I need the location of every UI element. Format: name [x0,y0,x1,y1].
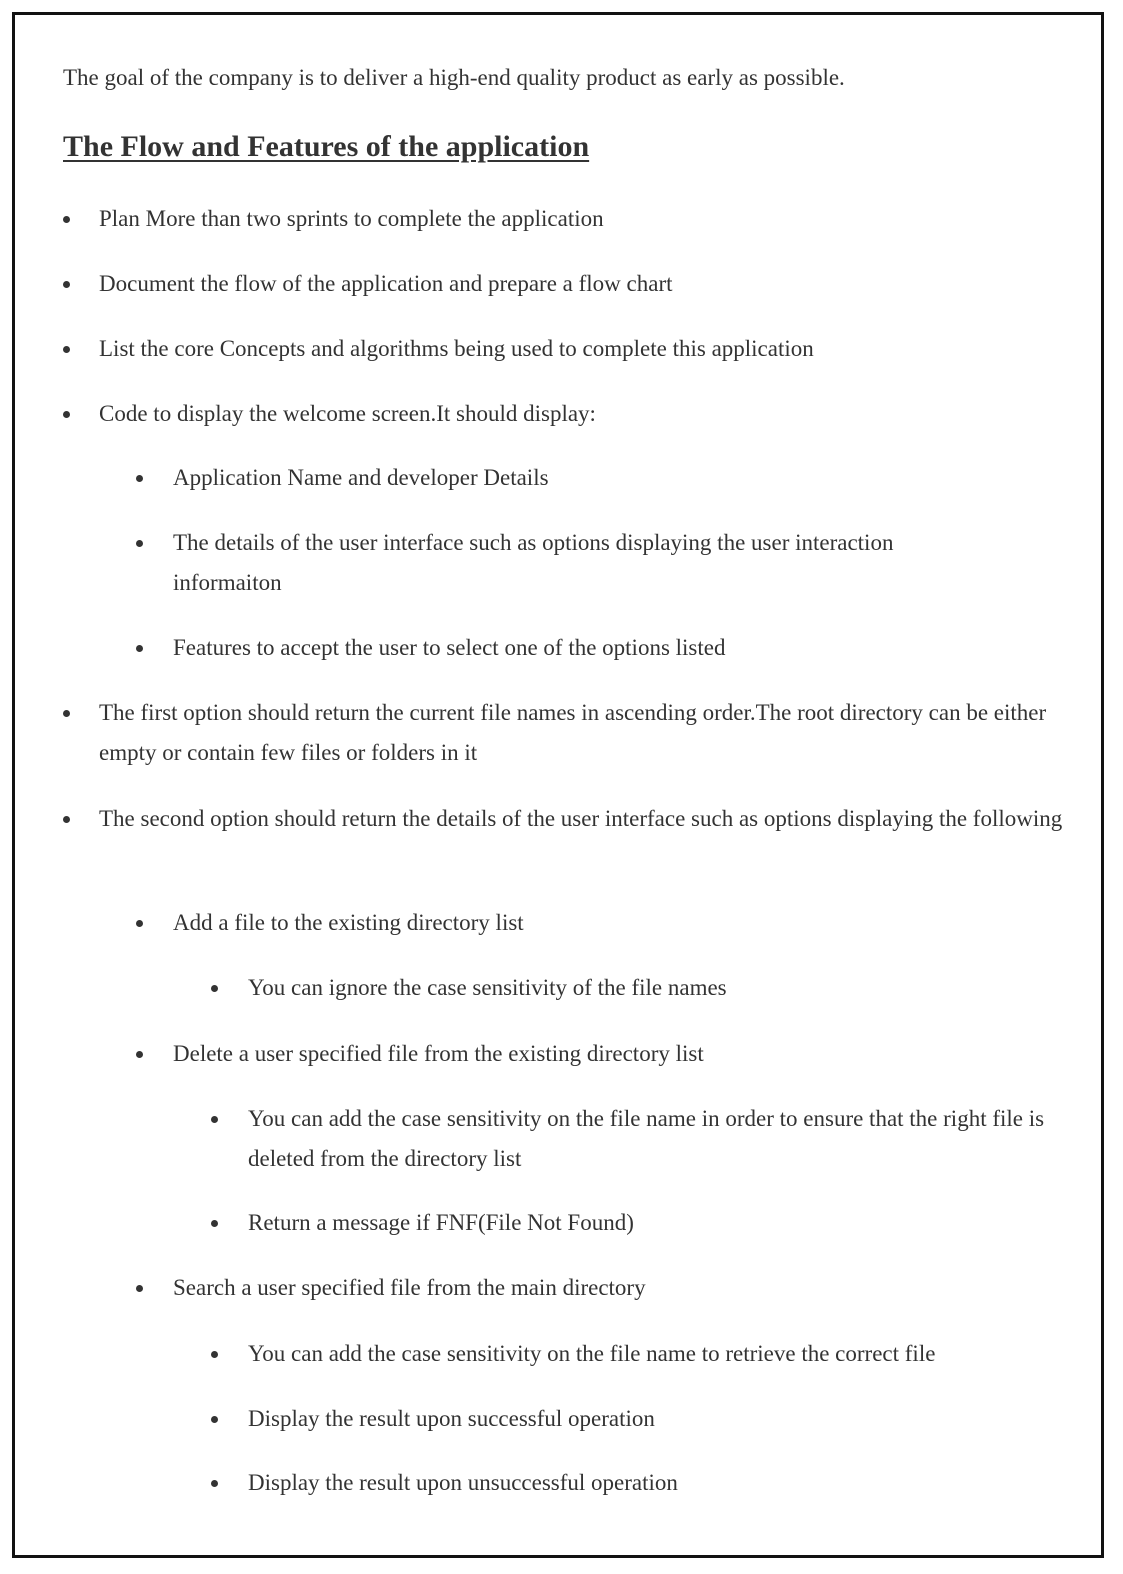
list-item-text: Features to accept the user to select on… [173,635,726,660]
bullet-icon [211,985,218,992]
list-item-text: The details of the user interface such a… [173,530,894,595]
list-item: Plan More than two sprints to complete t… [63,199,1064,239]
bullet-icon [136,540,143,547]
list-item-text: The first option should return the curre… [99,700,1047,765]
list-item-text: You can add the case sensitivity on the … [248,1106,1045,1171]
bullet-icon [136,475,143,482]
list-item-text: List the core Concepts and algorithms be… [99,336,814,361]
intro-paragraph: The goal of the company is to deliver a … [63,65,845,90]
bullet-icon [211,1480,218,1487]
list-item-text: Add a file to the existing directory lis… [173,910,524,935]
list-item: Display the result upon unsuccessful ope… [211,1463,1064,1503]
bullet-icon [136,1285,143,1292]
list-item-text: Document the flow of the application and… [99,271,673,296]
bullet-icon [211,1351,218,1358]
bullet-icon [211,1220,218,1227]
bullet-icon [136,920,143,927]
list-item-text: Search a user specified file from the ma… [173,1275,646,1300]
page-border [12,12,1104,1558]
list-item-text: You can ignore the case sensitivity of t… [248,975,727,1000]
list-item: Code to display the welcome screen.It sh… [63,394,1064,434]
list-item: You can add the case sensitivity on the … [211,1099,1064,1179]
list-item: List the core Concepts and algorithms be… [63,329,1064,369]
bullet-icon [63,346,70,353]
list-item: Delete a user specified file from the ex… [136,1034,1064,1074]
list-item-text: Delete a user specified file from the ex… [173,1041,704,1066]
list-item: Return a message if FNF(File Not Found) [211,1203,1064,1243]
list-item: The second option should return the deta… [63,799,1064,839]
list-item-text: Display the result upon successful opera… [248,1406,655,1431]
list-item: Add a file to the existing directory lis… [136,903,1064,943]
list-item-text: Plan More than two sprints to complete t… [99,206,604,231]
list-item-text: Code to display the welcome screen.It sh… [99,401,596,426]
list-item: Search a user specified file from the ma… [136,1268,1064,1308]
bullet-icon [136,1051,143,1058]
list-item: The first option should return the curre… [63,693,1064,773]
bullet-icon [211,1416,218,1423]
bullet-icon [63,216,70,223]
bullet-icon [63,281,70,288]
list-item: You can add the case sensitivity on the … [211,1334,1064,1374]
bullet-icon [211,1116,218,1123]
list-item-text: You can add the case sensitivity on the … [248,1341,936,1366]
section-heading: The Flow and Features of the application [63,130,590,163]
list-item: Features to accept the user to select on… [136,628,1064,668]
bullet-icon [63,411,70,418]
list-item: Display the result upon successful opera… [211,1399,1064,1439]
list-item: Document the flow of the application and… [63,264,1064,304]
bullet-icon [63,710,70,717]
list-item-text: Application Name and developer Details [173,465,549,490]
bullet-icon [63,816,70,823]
list-item: Application Name and developer Details [136,458,1064,498]
list-item: You can ignore the case sensitivity of t… [211,968,1064,1008]
bullet-icon [136,645,143,652]
list-item-text: Return a message if FNF(File Not Found) [248,1210,634,1235]
list-item-text: Display the result upon unsuccessful ope… [248,1470,678,1495]
list-item-text: The second option should return the deta… [99,806,1063,831]
list-item: The details of the user interface such a… [136,523,973,603]
